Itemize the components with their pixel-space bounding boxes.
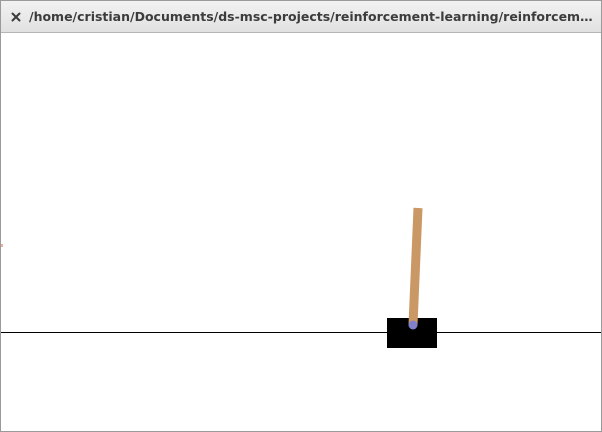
close-button[interactable] <box>3 1 29 33</box>
axle <box>408 320 418 330</box>
title-bar[interactable]: /home/cristian/Documents/ds-msc-projects… <box>1 1 601 33</box>
pole <box>408 207 423 326</box>
window-title: /home/cristian/Documents/ds-msc-projects… <box>29 9 595 24</box>
pole-layer <box>408 207 423 330</box>
close-icon[interactable] <box>11 7 21 26</box>
cartpole-canvas <box>1 34 601 431</box>
render-window: /home/cristian/Documents/ds-msc-projects… <box>0 0 602 432</box>
